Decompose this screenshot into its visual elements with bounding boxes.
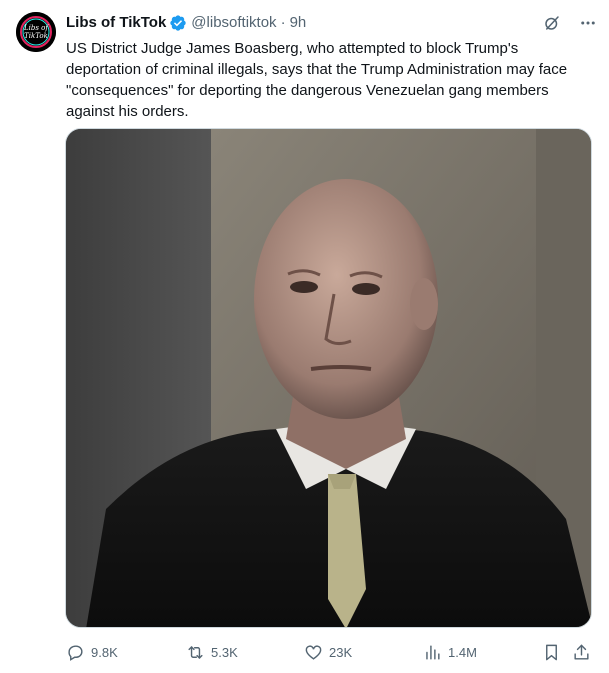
repost-icon bbox=[188, 645, 203, 659]
share-button[interactable] bbox=[572, 640, 591, 664]
views-icon bbox=[426, 644, 440, 660]
display-name[interactable]: Libs of TikTok bbox=[66, 13, 166, 33]
like-icon bbox=[305, 644, 322, 660]
repost-count: 5.3K bbox=[211, 644, 238, 660]
avatar-logo: Libs of TikTok bbox=[16, 12, 56, 52]
views-count: 1.4M bbox=[448, 644, 477, 660]
reply-count: 9.8K bbox=[91, 644, 118, 660]
avatar[interactable]: Libs of TikTok bbox=[16, 12, 56, 52]
action-bar: 9.8K 5.3K 23K 1.4M bbox=[66, 640, 594, 664]
timestamp[interactable]: 9h bbox=[290, 13, 307, 33]
reply-button[interactable]: 9.8K bbox=[66, 640, 118, 664]
separator-dot: · bbox=[280, 14, 286, 31]
tweet-text: US District Judge James Boasberg, who at… bbox=[66, 40, 572, 120]
reply-icon bbox=[68, 644, 83, 661]
bookmark-button[interactable] bbox=[542, 640, 561, 664]
avatar-text-line1: Libs of bbox=[23, 24, 49, 32]
more-icon[interactable] bbox=[579, 14, 597, 32]
like-count: 23K bbox=[329, 644, 353, 660]
tweet-photo[interactable] bbox=[65, 128, 592, 628]
bookmark-icon bbox=[546, 644, 557, 660]
handle[interactable]: @libsoftiktok bbox=[191, 13, 276, 33]
views-button[interactable]: 1.4M bbox=[423, 640, 477, 664]
avatar-text-line2: TikTok bbox=[24, 32, 48, 40]
repost-button[interactable]: 5.3K bbox=[186, 640, 238, 664]
grok-icon[interactable] bbox=[543, 14, 561, 32]
tweet-header: Libs of TikTok @libsoftiktok · 9h bbox=[66, 12, 597, 34]
header-actions bbox=[543, 14, 597, 32]
verified-badge-icon[interactable] bbox=[169, 14, 187, 32]
share-icon bbox=[574, 644, 589, 660]
like-button[interactable]: 23K bbox=[304, 640, 352, 664]
